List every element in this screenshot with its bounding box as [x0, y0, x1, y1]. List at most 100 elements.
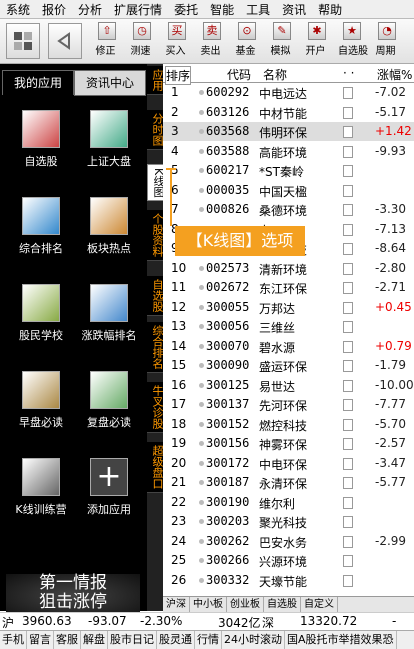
table-row[interactable]: 3 603568 伟明环保 +1.42: [163, 122, 414, 141]
row-note-icon: [343, 457, 353, 470]
table-row[interactable]: 19 300156 神雾环保 -2.57: [163, 434, 414, 453]
menu-item-0[interactable]: 系统: [0, 1, 36, 18]
app-icon: [90, 371, 128, 409]
bottom-link-3[interactable]: 解盘: [81, 631, 108, 649]
table-row[interactable]: 14 300070 碧水源 +0.79: [163, 337, 414, 356]
row-marker-icon: [199, 187, 204, 193]
row-note-icon: [343, 340, 353, 353]
app-tile[interactable]: 早盘必读: [10, 371, 72, 430]
index1-label: 沪: [2, 616, 15, 630]
bottom-link-8[interactable]: 国A股托市举措效果恐: [285, 631, 397, 649]
back-icon[interactable]: [48, 23, 82, 59]
sheet-tab-0[interactable]: 沪深: [163, 597, 190, 612]
header-name[interactable]: 名称: [263, 66, 287, 83]
menu-item-3[interactable]: 扩展行情: [108, 1, 168, 18]
app-tile[interactable]: 复盘必读: [78, 371, 140, 430]
menu-item-2[interactable]: 分析: [72, 1, 108, 18]
menu-item-4[interactable]: 委托: [168, 1, 204, 18]
vtab-6[interactable]: 牛叉诊股: [147, 382, 164, 433]
app-tile[interactable]: + 添加应用: [78, 458, 140, 517]
toolbar-button-6[interactable]: ✱ 开户: [306, 21, 328, 61]
row-name: 先河环保: [259, 399, 308, 413]
app-tile[interactable]: 股民学校: [10, 284, 72, 343]
layout-icon[interactable]: [6, 23, 40, 59]
app-icon: [22, 458, 60, 496]
index1-amount: 3042亿: [218, 616, 261, 630]
header-code[interactable]: 代码: [227, 66, 251, 83]
app-tile[interactable]: 综合排名: [10, 197, 72, 256]
table-row[interactable]: 24 300262 巴安水务 -2.99: [163, 532, 414, 551]
app-tile[interactable]: 上证大盘: [78, 110, 140, 169]
bottom-link-6[interactable]: 行情: [195, 631, 222, 649]
menu-item-6[interactable]: 工具: [240, 1, 276, 18]
table-row[interactable]: 12 300055 万邦达 +0.45: [163, 298, 414, 317]
app-label: 板块热点: [87, 242, 131, 255]
table-row[interactable]: 22 300190 维尔利: [163, 493, 414, 512]
toolbar-button-3[interactable]: 卖卖出: [201, 21, 223, 61]
table-row[interactable]: 11 002672 东江环保 -2.71: [163, 278, 414, 297]
tab-news-center[interactable]: 资讯中心: [74, 70, 146, 96]
table-row[interactable]: 18 300152 燃控科技 -5.70: [163, 415, 414, 434]
row-marker-icon: [199, 577, 204, 583]
row-seq: 26: [171, 572, 187, 587]
menu-item-8[interactable]: 帮助: [312, 1, 348, 18]
menu-item-1[interactable]: 报价: [36, 1, 72, 18]
toolbar-button-1[interactable]: ◷ 测速: [131, 21, 153, 61]
sheet-tab-2[interactable]: 创业板: [227, 597, 264, 612]
row-note-icon: [343, 165, 353, 177]
sheet-tab-4[interactable]: 自定义: [301, 597, 338, 612]
vtab-3[interactable]: 个股资料: [147, 210, 164, 261]
app-tile[interactable]: K线训练营: [10, 458, 72, 517]
table-row[interactable]: 15 300090 盛运环保 -1.79: [163, 356, 414, 375]
menu-item-5[interactable]: 智能: [204, 1, 240, 18]
row-marker-icon: [199, 538, 204, 544]
toolbar-button-0[interactable]: ⇧ 修正: [96, 21, 118, 61]
bottom-link-4[interactable]: 股市日记: [108, 631, 157, 649]
toolbar-button-2[interactable]: 买买入: [166, 21, 188, 61]
app-tile[interactable]: 板块热点: [78, 197, 140, 256]
bottom-link-1[interactable]: 留言: [27, 631, 54, 649]
table-row[interactable]: 7 000826 桑德环境 -3.30: [163, 200, 414, 219]
table-row[interactable]: 5 600217 *ST秦岭: [163, 161, 414, 180]
vtab-0[interactable]: 应用: [147, 66, 164, 95]
tab-my-apps[interactable]: 我的应用: [2, 70, 74, 95]
table-row[interactable]: 25 300266 兴源环境: [163, 551, 414, 570]
table-row[interactable]: 21 300187 永清环保 -5.77: [163, 473, 414, 492]
menu-item-7[interactable]: 资讯: [276, 1, 312, 18]
bottom-link-0[interactable]: 手机: [0, 631, 27, 649]
bottom-link-7[interactable]: 24小时滚动: [222, 631, 285, 649]
toolbar-button-5[interactable]: ✎ 模拟: [271, 21, 293, 61]
app-tile[interactable]: 自选股: [10, 110, 72, 169]
app-tile[interactable]: 涨跌幅排名: [78, 284, 140, 343]
table-row[interactable]: 10 002573 清新环境 -2.80: [163, 259, 414, 278]
sheet-tab-1[interactable]: 中小板: [190, 597, 227, 612]
row-seq: 19: [171, 436, 187, 450]
row-note-icon: [343, 184, 353, 197]
vtab-5[interactable]: 综合排名: [147, 322, 164, 373]
header-pct[interactable]: 涨幅%: [377, 66, 412, 83]
table-row[interactable]: 6 000035 中国天楹: [163, 181, 414, 200]
table-row[interactable]: 20 300172 中电环保 -3.47: [163, 454, 414, 473]
sheet-tab-3[interactable]: 自选股: [264, 597, 301, 612]
table-row[interactable]: 23 300203 聚光科技: [163, 512, 414, 531]
vtab-7[interactable]: 超级盘口: [147, 442, 164, 493]
table-row[interactable]: 1 600292 中电远达 -7.02: [163, 83, 414, 102]
table-row[interactable]: 26 300332 天壕节能: [163, 571, 414, 590]
table-row[interactable]: 4 603588 高能环境 -9.93: [163, 142, 414, 161]
toolbar-button-8[interactable]: ◔ 周期: [376, 21, 398, 61]
toolbar-button-7[interactable]: ★ 自选股: [338, 21, 368, 61]
row-pct: -3.30: [375, 202, 407, 216]
table-row[interactable]: 2 603126 中材节能 -5.17: [163, 103, 414, 122]
vtab-1[interactable]: 分时图: [147, 110, 164, 150]
toolbar-button-4[interactable]: ⊙ 基金: [236, 21, 258, 61]
app-icon: [90, 110, 128, 148]
vtab-4[interactable]: 自选股: [147, 276, 164, 316]
row-name: 清新环境: [259, 262, 308, 277]
table-row[interactable]: 17 300137 先河环保 -7.77: [163, 395, 414, 414]
table-row[interactable]: 13 300056 三维丝: [163, 317, 414, 336]
row-note-icon: [343, 87, 353, 99]
bottom-link-5[interactable]: 股灵通: [157, 631, 195, 649]
index-status-bar: 沪 3960.63 -93.07 -2.30% 3042亿 深 13320.72…: [0, 612, 414, 630]
table-row[interactable]: 16 300125 易世达 -10.00: [163, 376, 414, 395]
bottom-link-2[interactable]: 客服: [54, 631, 81, 649]
